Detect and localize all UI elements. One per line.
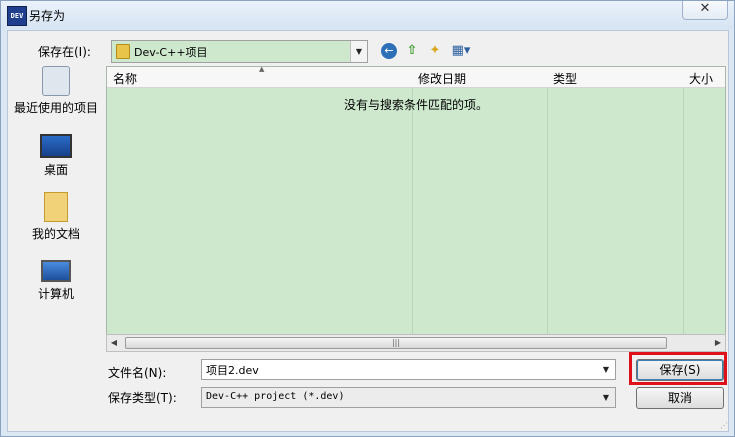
file-list[interactable]: ▲ 名称 修改日期 类型 大小 没有与搜索条件匹配的项。 [106, 65, 726, 350]
save-as-dialog: DEV 另存为 ✕ 保存在(I): Dev-C++项目 ▼ ← ⇧ ✦ ▦▾ 最… [0, 0, 735, 437]
cancel-button[interactable]: 取消 [636, 387, 724, 409]
view-menu-icon[interactable]: ▦▾ [450, 42, 472, 60]
place-label: 桌面 [43, 163, 68, 177]
devcpp-app-icon: DEV [7, 6, 27, 26]
chevron-down-icon[interactable]: ▼ [599, 388, 613, 407]
places-bar: 最近使用的项目 桌面 我的文档 计算机 [10, 64, 102, 366]
desktop-icon [40, 134, 72, 158]
place-label: 计算机 [37, 287, 74, 301]
empty-message: 没有与搜索条件匹配的项。 [343, 98, 488, 112]
place-label: 我的文档 [31, 227, 80, 241]
filetype-label: 保存类型(T): [108, 391, 177, 405]
filetype-select[interactable]: Dev-C++ project (*.dev) ▼ [201, 387, 616, 408]
title-bar: DEV 另存为 ✕ [1, 1, 734, 29]
scroll-left-icon[interactable]: ◀ [107, 335, 121, 351]
place-recent-items[interactable]: 最近使用的项目 [10, 66, 102, 116]
place-label: 最近使用的项目 [13, 101, 98, 115]
documents-icon [44, 192, 68, 222]
place-desktop[interactable]: 桌面 [10, 130, 102, 178]
save-in-value: Dev-C++项目 [134, 46, 208, 59]
filename-input[interactable]: 项目2.dev ▼ [201, 359, 616, 380]
filename-label: 文件名(N): [108, 366, 167, 380]
save-in-dropdown[interactable]: Dev-C++项目 ▼ [111, 40, 368, 63]
up-folder-icon[interactable]: ⇧ [403, 42, 421, 60]
recent-items-icon [42, 66, 70, 96]
filename-value: 项目2.dev [206, 364, 259, 377]
scroll-thumb[interactable]: ||| [125, 337, 667, 349]
dialog-body: 保存在(I): Dev-C++项目 ▼ ← ⇧ ✦ ▦▾ 最近使用的项目 桌面 … [7, 30, 729, 432]
chevron-down-icon[interactable]: ▼ [599, 360, 613, 379]
save-in-label: 保存在(I): [38, 45, 91, 59]
folder-icon [116, 44, 130, 59]
place-documents[interactable]: 我的文档 [10, 192, 102, 242]
close-icon: ✕ [699, 1, 711, 16]
place-computer[interactable]: 计算机 [10, 254, 102, 302]
sort-ascending-icon: ▲ [259, 65, 265, 73]
resize-grip-icon[interactable]: ⋰ [720, 421, 728, 430]
column-header-modified[interactable]: 修改日期 [418, 70, 466, 87]
save-button-highlight [629, 352, 727, 385]
filetype-value: Dev-C++ project (*.dev) [206, 391, 345, 402]
new-folder-icon[interactable]: ✦ [426, 42, 444, 60]
computer-icon [41, 260, 71, 282]
close-button[interactable]: ✕ [682, 1, 728, 20]
column-header-size[interactable]: 大小 [689, 70, 713, 87]
column-header-row: ▲ 名称 修改日期 类型 大小 [107, 65, 725, 88]
horizontal-scrollbar[interactable]: ◀ ||| ▶ [106, 334, 726, 352]
dialog-title: 另存为 [29, 9, 66, 23]
back-icon[interactable]: ← [381, 43, 397, 59]
column-header-type[interactable]: 类型 [553, 70, 577, 87]
chevron-down-icon[interactable]: ▼ [350, 41, 367, 62]
scroll-right-icon[interactable]: ▶ [711, 335, 725, 351]
column-header-name[interactable]: 名称 [113, 70, 137, 87]
